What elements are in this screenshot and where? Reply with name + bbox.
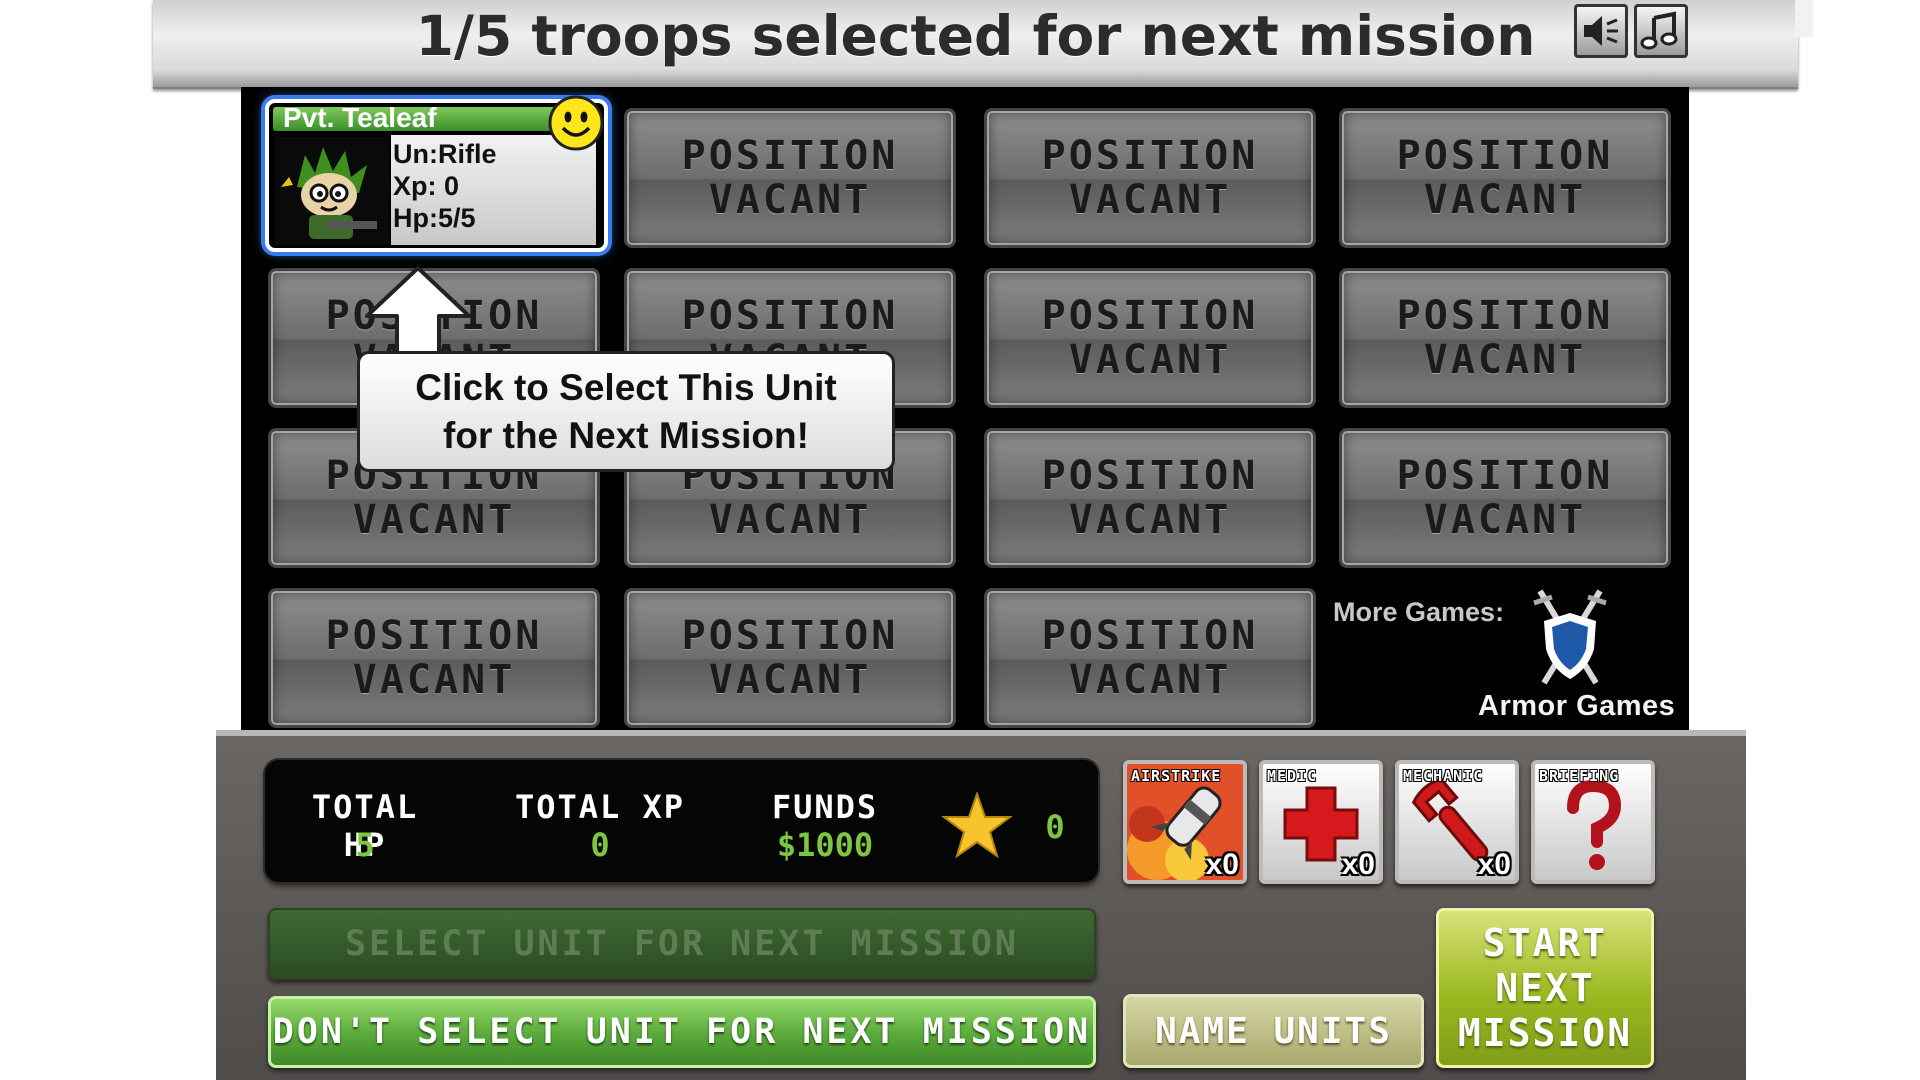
slot-text-line-2: VACANT <box>708 497 872 543</box>
total-xp-label: TOTAL XP <box>514 788 686 826</box>
vacant-position-slot[interactable]: POSITIONVACANT <box>1339 268 1671 408</box>
tooltip-arrow-icon <box>365 266 471 356</box>
slot-text-line-1: POSITION <box>1041 293 1259 339</box>
start-button-line-3: MISSION <box>1457 1010 1633 1055</box>
slot-text-line-1: POSITION <box>1041 453 1259 499</box>
funds-value: $1000 <box>776 826 874 864</box>
unit-hp-stat: Hp:5/5 <box>393 203 476 234</box>
briefing-label: BRIEFING <box>1539 767 1620 785</box>
total-xp-value: 0 <box>590 826 610 864</box>
vacant-position-slot[interactable]: POSITIONVACANT <box>984 108 1316 248</box>
unit-xp-label: Xp: <box>393 171 437 201</box>
unit-xp-value: 0 <box>444 171 460 201</box>
funds-label: FUNDS <box>771 788 879 826</box>
medic-button[interactable]: MEDIC x0 <box>1259 760 1383 884</box>
music-note-icon <box>1640 11 1678 50</box>
briefing-button[interactable]: BRIEFING <box>1531 760 1655 884</box>
sound-toggle-button[interactable] <box>1574 4 1628 58</box>
slot-text-line-2: VACANT <box>1423 497 1587 543</box>
vacant-position-slot[interactable]: POSITIONVACANT <box>268 588 600 728</box>
mechanic-button[interactable]: MECHANIC x0 <box>1395 760 1519 884</box>
slot-text-line-2: VACANT <box>708 177 872 223</box>
name-units-button[interactable]: NAME UNITS <box>1123 994 1424 1068</box>
title-bar: 1/5 troops selected for next mission <box>153 0 1798 89</box>
unit-name-bar: Pvt. Tealeaf <box>273 102 565 133</box>
vacant-position-slot[interactable]: POSITIONVACANT <box>1339 108 1671 248</box>
airstrike-label: AIRSTRIKE <box>1131 767 1222 785</box>
dont-select-unit-button[interactable]: DON'T SELECT UNIT FOR NEXT MISSION <box>268 996 1096 1068</box>
slot-text-line-1: POSITION <box>1396 293 1614 339</box>
vacant-position-slot[interactable]: POSITIONVACANT <box>624 108 956 248</box>
unit-name: Pvt. Tealeaf <box>283 102 437 133</box>
medic-count: x0 <box>1341 848 1375 881</box>
armor-games-link[interactable]: Armor Games <box>1478 690 1675 723</box>
tutorial-tooltip: Click to Select This Unit for the Next M… <box>357 351 895 472</box>
slot-text-line-1: POSITION <box>1396 453 1614 499</box>
slot-text-line-1: POSITION <box>681 133 899 179</box>
slot-text-line-2: VACANT <box>1068 657 1232 703</box>
soldier-portrait-icon <box>275 137 389 245</box>
slot-text-line-1: POSITION <box>681 293 899 339</box>
vacant-position-slot[interactable]: POSITIONVACANT <box>1339 428 1671 568</box>
tooltip-line-2: for the Next Mission! <box>443 414 809 456</box>
slot-text-line-2: VACANT <box>1068 177 1232 223</box>
vacant-position-slot[interactable]: POSITIONVACANT <box>984 428 1316 568</box>
speaker-icon <box>1584 16 1618 46</box>
vacant-position-slot[interactable]: POSITIONVACANT <box>984 588 1316 728</box>
slot-text-line-1: POSITION <box>1041 133 1259 179</box>
slot-text-line-2: VACANT <box>1068 337 1232 383</box>
start-button-line-1: START <box>1482 920 1608 965</box>
unit-hp-value: 5/5 <box>437 203 476 233</box>
slot-text-line-2: VACANT <box>708 657 872 703</box>
slot-text-line-2: VACANT <box>1423 177 1587 223</box>
tooltip-line-1: Click to Select This Unit <box>415 366 837 408</box>
start-next-mission-button[interactable]: START NEXT MISSION <box>1436 908 1654 1068</box>
page-title: 1/5 troops selected for next mission <box>415 4 1536 68</box>
start-button-line-2: NEXT <box>1495 965 1595 1010</box>
slot-text-line-1: POSITION <box>325 613 543 659</box>
unit-type-value: Rifle <box>437 139 497 169</box>
slot-text-line-2: VACANT <box>1068 497 1232 543</box>
medic-label: MEDIC <box>1267 767 1318 785</box>
slot-text-line-1: POSITION <box>1041 613 1259 659</box>
armor-games-shield-icon[interactable] <box>1530 587 1610 692</box>
mechanic-label: MECHANIC <box>1403 767 1484 785</box>
window-edge <box>1795 0 1813 37</box>
more-games-label: More Games: <box>1333 597 1505 627</box>
vacant-position-slot[interactable]: POSITIONVACANT <box>624 588 956 728</box>
smiley-icon <box>548 95 604 151</box>
slot-text-line-1: POSITION <box>1396 133 1614 179</box>
airstrike-count: x0 <box>1205 848 1239 881</box>
select-unit-button[interactable]: SELECT UNIT FOR NEXT MISSION <box>268 908 1096 980</box>
total-hp-value: 5 <box>355 826 375 864</box>
stars-value: 0 <box>1045 808 1065 846</box>
unit-stats: Un:Rifle Xp: 0 Hp:5/5 <box>391 135 596 245</box>
star-icon <box>942 792 1012 858</box>
music-toggle-button[interactable] <box>1634 4 1688 58</box>
unit-card-selected[interactable]: Pvt. Tealeaf Un:Rifle Xp: 0 Hp:5/5 <box>265 95 608 252</box>
airstrike-button[interactable]: AIRSTRIKE x0 <box>1123 760 1247 884</box>
unit-xp-stat: Xp: 0 <box>393 171 459 202</box>
vacant-position-slot[interactable]: POSITIONVACANT <box>984 268 1316 408</box>
slot-text-line-2: VACANT <box>1423 337 1587 383</box>
slot-text-line-1: POSITION <box>681 613 899 659</box>
slot-text-line-2: VACANT <box>352 497 516 543</box>
unit-hp-label: Hp: <box>393 203 438 233</box>
unit-type-stat: Un:Rifle <box>393 139 497 170</box>
slot-text-line-2: VACANT <box>352 657 516 703</box>
unit-type-label: Un: <box>393 139 438 169</box>
mechanic-count: x0 <box>1477 848 1511 881</box>
